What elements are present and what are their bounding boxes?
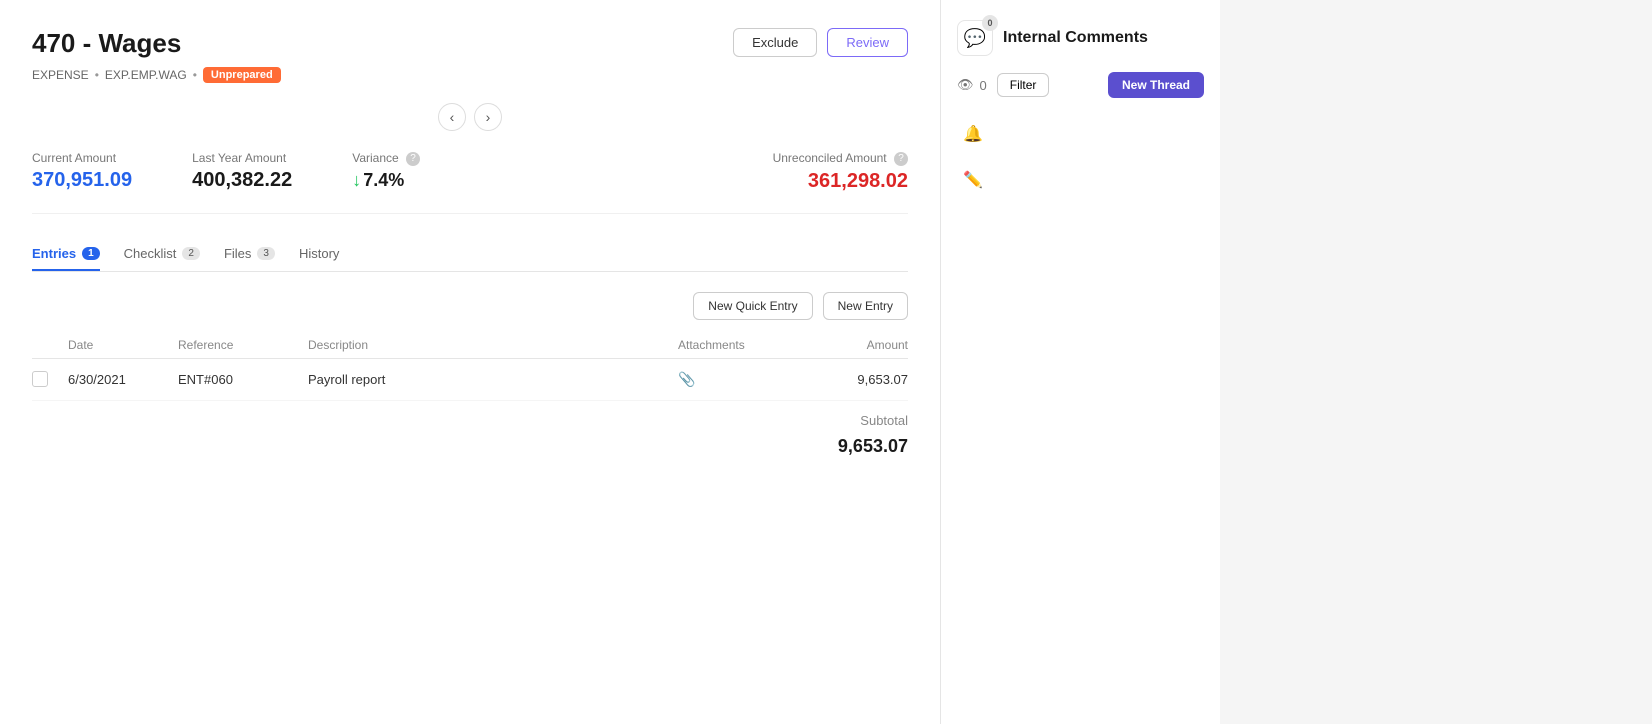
last-year-value: 400,382.22 <box>192 169 292 192</box>
top-actions: Exclude Review <box>733 28 908 57</box>
tab-history[interactable]: History <box>299 238 339 271</box>
variance-value: ↓7.4% <box>352 170 420 191</box>
new-thread-button[interactable]: New Thread <box>1108 72 1204 98</box>
new-entry-button[interactable]: New Entry <box>823 292 908 320</box>
total-value: 9,653.07 <box>838 436 908 457</box>
tabs: Entries 1 Checklist 2 Files 3 History <box>32 238 908 272</box>
current-amount-value: 370,951.09 <box>32 169 132 192</box>
breadcrumb-account: EXP.EMP.WAG <box>105 68 187 82</box>
left-panel: 470 - Wages EXPENSE • EXP.EMP.WAG • Unpr… <box>0 0 940 724</box>
total-row: 9,653.07 <box>32 432 908 461</box>
tab-files-label: Files <box>224 246 251 261</box>
table-row: 6/30/2021 ENT#060 Payroll report 📎 9,653… <box>32 359 908 401</box>
review-button[interactable]: Review <box>827 28 908 57</box>
row-date: 6/30/2021 <box>68 372 178 387</box>
variance-help-icon: ? <box>406 152 420 166</box>
tab-checklist-badge: 2 <box>182 247 200 260</box>
subtotal-row: Subtotal <box>32 401 908 432</box>
table-header: Date Reference Description Attachments A… <box>32 332 908 359</box>
tab-entries[interactable]: Entries 1 <box>32 238 100 271</box>
navigation-arrows: ‹ › <box>32 103 908 131</box>
next-arrow-button[interactable]: › <box>474 103 502 131</box>
prev-arrow-button[interactable]: ‹ <box>438 103 466 131</box>
last-year-label: Last Year Amount <box>192 151 292 165</box>
tab-checklist[interactable]: Checklist 2 <box>124 238 200 271</box>
row-description: Payroll report <box>308 372 678 387</box>
entries-table: Date Reference Description Attachments A… <box>32 332 908 461</box>
comments-badge: 0 <box>982 15 998 31</box>
current-amount-group: Current Amount 370,951.09 <box>32 151 132 193</box>
breadcrumb-dot2: • <box>193 68 197 82</box>
col-date-header: Date <box>68 338 178 352</box>
col-attachments-header: Attachments <box>678 338 788 352</box>
comments-bubble-icon: 💬 <box>964 28 986 49</box>
filter-button[interactable]: Filter <box>997 73 1050 97</box>
unreconciled-group: Unreconciled Amount ? 361,298.02 <box>773 151 908 193</box>
row-reference: ENT#060 <box>178 372 308 387</box>
tab-history-label: History <box>299 246 339 261</box>
row-amount: 9,653.07 <box>788 372 908 387</box>
tab-files[interactable]: Files 3 <box>224 238 275 271</box>
metrics-row: Current Amount 370,951.09 Last Year Amou… <box>32 151 908 214</box>
comments-actions: 👁 0 Filter New Thread <box>957 72 1204 98</box>
right-panel: 💬 0 Internal Comments 👁 0 Filter New Thr… <box>940 0 1220 724</box>
new-quick-entry-button[interactable]: New Quick Entry <box>693 292 812 320</box>
breadcrumb-expense: EXPENSE <box>32 68 89 82</box>
entries-toolbar: New Quick Entry New Entry <box>32 292 908 320</box>
notifications-icon[interactable]: 🔔 <box>957 118 989 150</box>
col-amount-header: Amount <box>788 338 908 352</box>
status-badge: Unprepared <box>203 67 281 83</box>
tab-files-badge: 3 <box>257 247 275 260</box>
tab-entries-label: Entries <box>32 246 76 261</box>
comments-left: 👁 0 Filter <box>957 73 1049 97</box>
subtotal-label: Subtotal <box>860 413 908 428</box>
comment-count: 👁 0 <box>957 77 987 93</box>
comments-title: Internal Comments <box>1003 29 1148 47</box>
count-value: 0 <box>980 78 987 93</box>
row-checkbox[interactable] <box>32 371 48 387</box>
edit-icon[interactable]: ✏️ <box>957 164 989 196</box>
unreconciled-label: Unreconciled Amount ? <box>773 151 908 166</box>
count-icon: 👁 <box>957 77 974 93</box>
main-content: 💬 0 Internal Comments 👁 0 Filter New Thr… <box>940 0 1652 724</box>
last-year-group: Last Year Amount 400,382.22 <box>192 151 292 193</box>
unreconciled-help-icon: ? <box>894 152 908 166</box>
side-icons: 🔔 ✏️ <box>957 110 1204 204</box>
row-checkbox-cell <box>32 371 68 387</box>
tab-checklist-label: Checklist <box>124 246 177 261</box>
variance-arrow-icon: ↓ <box>352 170 361 190</box>
unreconciled-value: 361,298.02 <box>773 170 908 193</box>
breadcrumb-dot1: • <box>95 68 99 82</box>
exclude-button[interactable]: Exclude <box>733 28 817 57</box>
tab-entries-badge: 1 <box>82 247 100 260</box>
variance-group: Variance ? ↓7.4% <box>352 151 420 193</box>
col-reference-header: Reference <box>178 338 308 352</box>
current-amount-label: Current Amount <box>32 151 132 165</box>
comments-header: 💬 0 Internal Comments <box>957 20 1204 56</box>
variance-label: Variance ? <box>352 151 420 166</box>
breadcrumb: EXPENSE • EXP.EMP.WAG • Unprepared <box>32 67 908 83</box>
comments-icon-wrap: 💬 0 <box>957 20 993 56</box>
row-attachment[interactable]: 📎 <box>678 371 788 388</box>
col-checkbox-header <box>32 338 68 352</box>
col-description-header: Description <box>308 338 678 352</box>
